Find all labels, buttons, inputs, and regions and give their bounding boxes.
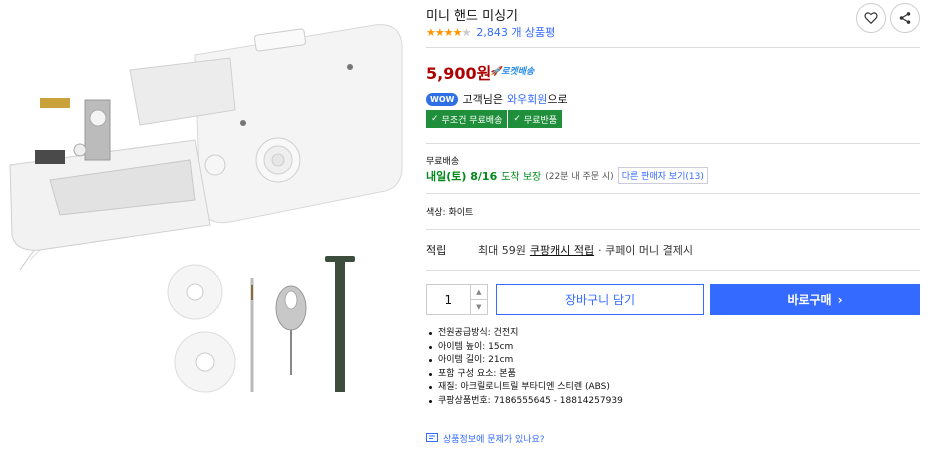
- sewing-machine-image: [9, 24, 403, 393]
- list-item: 쿠팡상품번호: 7186555645 - 18814257939: [426, 395, 623, 409]
- divider: [426, 143, 920, 144]
- free-return-label: 무료반품: [523, 115, 558, 126]
- list-item: 아이템 길이: 21cm: [426, 354, 623, 368]
- list-item: 전원공급방식: 건전지: [426, 327, 623, 341]
- report-issue-link[interactable]: 상품정보에 문제가 있나요?: [426, 432, 545, 445]
- chevron-right-icon: ›: [837, 292, 843, 307]
- free-return-badge: ✓ 무료반품: [508, 110, 564, 128]
- delivery-guarantee: 도착 보장: [501, 172, 542, 183]
- rocket-delivery-badge: 🚀로켓배송: [490, 67, 535, 77]
- other-sellers-link[interactable]: 다른 판매자 보기(13): [617, 167, 708, 184]
- quantity-input[interactable]: 1: [427, 285, 470, 314]
- share-icon: [899, 12, 911, 24]
- wow-badge: WOW: [426, 92, 459, 106]
- delivery-date: 내일(토) 8/16: [426, 169, 498, 183]
- order-deadline-note: (22분 내 주문 시): [545, 172, 614, 182]
- product-title: 미니 핸드 미싱기: [426, 9, 518, 24]
- quantity-arrows: ▲ ▼: [469, 285, 487, 314]
- wow-member-text: 와우회원: [506, 93, 548, 106]
- check-icon: ✓: [513, 114, 521, 124]
- price: 5,900원: [426, 64, 492, 83]
- heart-icon: [864, 12, 878, 25]
- list-item: 아이템 높이: 15cm: [426, 341, 623, 355]
- shipping-row: 내일(토) 8/16 도착 보장 (22분 내 주문 시) 다른 판매자 보기(…: [426, 167, 708, 184]
- wow-member-row: WOW 고객님은 와우회원 으로: [426, 91, 568, 107]
- wow-text-prefix: 고객님은: [462, 93, 503, 106]
- divider: [426, 270, 920, 271]
- points-row: 적립 최대 59원 쿠팡캐시 적립 · 쿠페이 머니 결제시: [426, 242, 693, 258]
- wow-text-suffix: 으로: [547, 93, 568, 106]
- divider: [426, 47, 920, 48]
- buy-now-label: 바로구매: [787, 293, 832, 307]
- list-item: 포함 구성 요소: 본품: [426, 368, 623, 382]
- quantity-decrease-button[interactable]: ▼: [471, 300, 487, 314]
- list-item: 재질: 아크릴로니트릴 부타디엔 스티렌 (ABS): [426, 381, 623, 395]
- free-badges: ✓ 무조건 무료배송 ✓ 무료반품: [426, 110, 564, 128]
- divider: [426, 229, 920, 230]
- wishlist-button[interactable]: [856, 3, 886, 33]
- color-option: 색상: 화이트: [426, 208, 474, 218]
- product-info: 미니 핸드 미싱기 ★★★★★ 2,843 개 상품평 5,900원 🚀로켓배송…: [426, 0, 920, 452]
- free-shipping-badge: ✓ 무조건 무료배송: [426, 110, 509, 128]
- buy-now-button[interactable]: 바로구매 ›: [710, 284, 920, 315]
- share-button[interactable]: [890, 3, 920, 33]
- points-amount: 최대 59원: [478, 244, 526, 257]
- quantity-stepper[interactable]: 1 ▲ ▼: [426, 284, 488, 315]
- coupang-cash-link[interactable]: 쿠팡캐시 적립: [530, 242, 594, 258]
- points-label: 적립: [426, 244, 447, 257]
- add-to-cart-button[interactable]: 장바구니 담기: [496, 284, 704, 315]
- spec-list: 전원공급방식: 건전지 아이템 높이: 15cm 아이템 길이: 21cm 포함…: [426, 327, 623, 408]
- star-rating: ★★★★★: [426, 25, 471, 39]
- product-image[interactable]: [0, 0, 412, 452]
- free-shipping-label: 무조건 무료배송: [441, 115, 503, 126]
- rocket-delivery-label: 로켓배송: [501, 67, 535, 77]
- shipping-label: 무료배송: [426, 157, 460, 167]
- points-extra: · 쿠페이 머니 결제시: [598, 244, 694, 257]
- review-count-link[interactable]: 2,843 개 상품평: [476, 24, 555, 40]
- rating-row[interactable]: ★★★★★ 2,843 개 상품평: [426, 24, 555, 40]
- divider: [426, 193, 920, 194]
- report-issue-text: 상품정보에 문제가 있나요?: [443, 435, 545, 445]
- message-icon: [426, 433, 438, 442]
- quantity-increase-button[interactable]: ▲: [470, 285, 487, 300]
- check-icon: ✓: [431, 114, 439, 124]
